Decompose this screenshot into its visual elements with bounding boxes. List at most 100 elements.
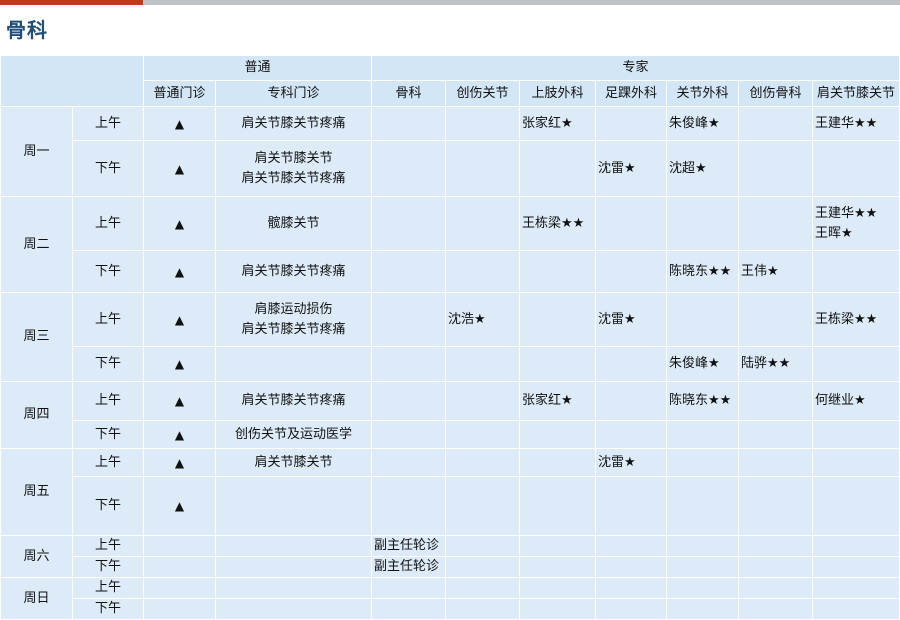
doctor-cell: 何继业★ [812,381,900,421]
empty-cell [666,448,740,477]
empty-cell [812,346,900,382]
col-orthopedics: 骨科 [371,80,447,107]
empty-cell [371,598,447,620]
empty-cell [595,196,668,251]
doctor-cell: 王栋梁★★ [812,292,900,347]
doctor-cell: 陈晓东★★ [666,250,740,293]
special-clinic-line: 肩关节膝关节疼痛 [241,321,346,337]
empty-cell [738,196,814,251]
empty-cell [666,196,740,251]
top-accent-highlight [0,0,143,5]
empty-cell [519,476,597,536]
empty-cell [595,476,668,536]
empty-cell [519,420,597,449]
special-clinic-cell: 创伤关节及运动医学 [214,420,373,449]
empty-cell [519,448,597,477]
empty-cell [812,250,900,293]
empty-cell [371,292,447,347]
header-group-expert: 专家 [371,55,900,81]
empty-cell [738,381,814,421]
empty-cell [143,577,216,599]
empty-cell [143,556,216,578]
general-clinic-mark: ▲ [143,292,216,347]
empty-cell [214,346,373,382]
general-clinic-mark: ▲ [143,196,216,251]
col-joint-surgery: 关节外科 [666,80,740,107]
general-clinic-mark: ▲ [143,381,216,421]
doctor-cell: 沈浩★ [445,292,521,347]
empty-cell [519,598,597,620]
empty-cell [738,106,814,141]
empty-cell [666,598,740,620]
empty-cell [445,106,521,141]
empty-cell [738,448,814,477]
empty-cell [143,598,216,620]
empty-cell [738,292,814,347]
doctor-line: 王建华★★ [815,205,878,221]
empty-cell [738,577,814,599]
empty-cell [519,346,597,382]
empty-cell [143,535,216,557]
special-clinic-line: 肩关节膝关节 [254,150,333,166]
empty-cell [812,420,900,449]
empty-cell [595,420,668,449]
empty-cell [595,346,668,382]
doctor-cell: 陈晓东★★ [666,381,740,421]
period-pm: 下午 [72,476,144,536]
special-clinic-cell: 肩关节膝关节 肩关节膝关节疼痛 [214,140,373,197]
day-fri: 周五 [0,448,73,536]
period-pm: 下午 [72,598,144,620]
table-row: 下午 副主任轮诊 [1,556,900,578]
empty-cell [666,292,740,347]
special-clinic-cell: 髋膝关节 [214,196,373,251]
empty-cell [738,535,814,557]
col-shoulder-knee: 肩关节膝关节 [812,80,900,107]
special-clinic-line: 肩关节膝关节疼痛 [241,170,346,186]
day-wed: 周三 [0,292,73,382]
empty-cell [666,577,740,599]
empty-cell [738,140,814,197]
special-clinic-cell: 肩关节膝关节疼痛 [214,250,373,293]
empty-cell [738,420,814,449]
empty-cell [371,448,447,477]
empty-cell [666,420,740,449]
period-pm: 下午 [72,556,144,578]
table-row: 下午 ▲ 创伤关节及运动医学 [1,420,900,449]
empty-cell [445,535,521,557]
empty-cell [445,381,521,421]
schedule-table: 普通 专家 普通门诊 专科门诊 骨科 创伤关节 上肢外科 足踝外科 关节外科 创… [0,55,900,620]
doctor-cell: 朱俊峰★ [666,106,740,141]
col-trauma-joint: 创伤关节 [445,80,521,107]
doctor-cell: 朱俊峰★ [666,346,740,382]
header-group-general: 普通 [142,55,373,81]
table-row: 下午 ▲ 肩关节膝关节 肩关节膝关节疼痛 沈雷★ 沈超★ [1,140,900,197]
empty-cell [371,250,447,293]
day-tue: 周二 [0,196,73,293]
empty-cell [666,556,740,578]
period-am: 上午 [72,448,144,477]
general-clinic-mark: ▲ [143,250,216,293]
empty-cell [371,140,447,197]
empty-cell [666,476,740,536]
doctor-line: 王晖★ [815,225,853,241]
empty-cell [371,106,447,141]
period-am: 上午 [72,196,144,251]
period-am: 上午 [72,381,144,421]
empty-cell [371,381,447,421]
empty-cell [595,381,668,421]
special-clinic-cell: 肩膝运动损伤 肩关节膝关节疼痛 [214,292,373,347]
header-row-groups: 普通 专家 [0,55,900,107]
period-pm: 下午 [72,420,144,449]
empty-cell [666,535,740,557]
empty-cell [371,346,447,382]
page-title: 骨科 [6,18,48,42]
day-thu: 周四 [0,381,73,449]
empty-cell [738,556,814,578]
empty-cell [214,476,373,536]
empty-cell [445,598,521,620]
table-row: 周二 上午 ▲ 髋膝关节 王栋梁★★ 王建华★★ 王晖★ [0,196,900,293]
empty-cell [519,292,597,347]
empty-cell [445,140,521,197]
empty-cell [445,346,521,382]
empty-cell [445,448,521,477]
